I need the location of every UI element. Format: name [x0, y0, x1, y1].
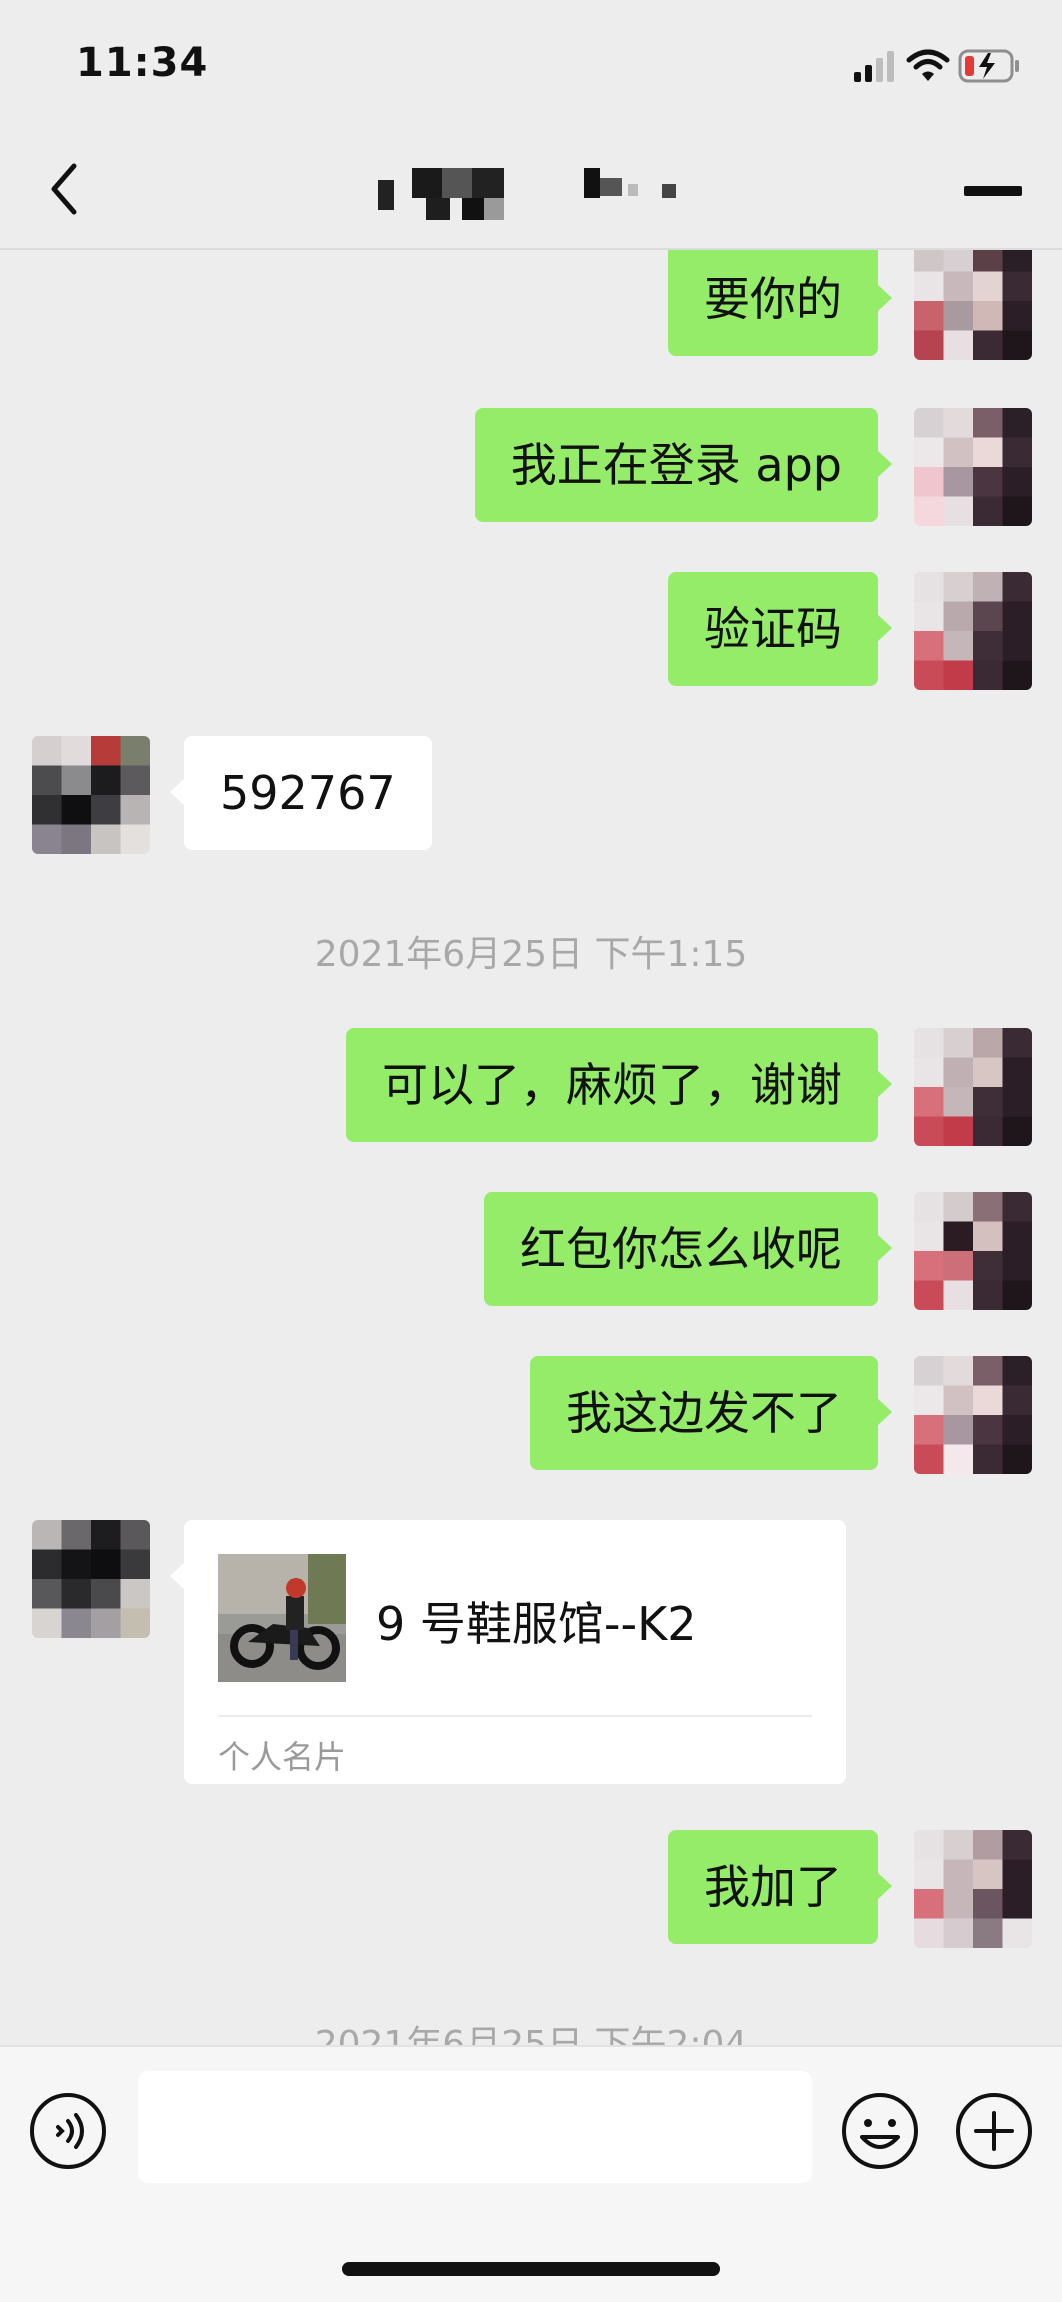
emoji-icon[interactable]: [840, 2091, 920, 2171]
avatar[interactable]: [914, 1830, 1032, 1948]
avatar[interactable]: [914, 1356, 1032, 1474]
status-time: 11:34: [76, 40, 209, 86]
avatar[interactable]: [32, 1520, 150, 1638]
message-row: 我加了: [0, 1830, 1062, 1948]
outgoing-message[interactable]: 可以了，麻烦了，谢谢: [346, 1028, 892, 1142]
wifi-icon: [906, 49, 950, 81]
contact-card-photo: [218, 1554, 346, 1682]
avatar[interactable]: [32, 736, 150, 854]
contact-card[interactable]: 9 号鞋服馆--K2 个人名片: [170, 1520, 846, 1784]
back-icon[interactable]: [40, 154, 90, 224]
avatar[interactable]: [914, 250, 1032, 360]
outgoing-message[interactable]: 我这边发不了: [530, 1356, 892, 1470]
chat-header: [0, 130, 1062, 250]
avatar[interactable]: [914, 408, 1032, 526]
message-row: 验证码: [0, 572, 1062, 690]
message-row: 9 号鞋服馆--K2 个人名片: [0, 1520, 1062, 1784]
message-timestamp: 2021年6月25日 下午1:15: [314, 934, 748, 975]
outgoing-message[interactable]: 我正在登录 app: [474, 408, 893, 522]
message-row: 592767: [0, 736, 1062, 854]
more-icon[interactable]: [964, 175, 1022, 205]
outgoing-message[interactable]: 要你的: [668, 250, 892, 356]
message-row: 要你的: [0, 250, 1062, 368]
contact-card-label: 个人名片: [218, 1738, 347, 1776]
home-indicator[interactable]: [342, 2262, 720, 2276]
message-row: 我正在登录 app: [0, 408, 1062, 526]
message-input[interactable]: [138, 2071, 812, 2183]
avatar[interactable]: [914, 1028, 1032, 1146]
avatar[interactable]: [914, 1192, 1032, 1310]
message-row: 红包你怎么收呢: [0, 1192, 1062, 1310]
avatar[interactable]: [914, 572, 1032, 690]
outgoing-message[interactable]: 我加了: [668, 1830, 892, 1944]
voice-icon[interactable]: [28, 2091, 108, 2171]
outgoing-message[interactable]: 红包你怎么收呢: [484, 1192, 892, 1306]
message-timestamp: 2021年6月25日 下午2:04: [314, 2024, 748, 2045]
contact-card-divider: [218, 1715, 812, 1717]
message-row: 我这边发不了: [0, 1356, 1062, 1474]
plus-icon[interactable]: [954, 2091, 1034, 2171]
status-icons: [822, 46, 1022, 86]
contact-card-name: 9 号鞋服馆--K2: [376, 1597, 697, 1651]
message-row: 可以了，麻烦了，谢谢: [0, 1028, 1062, 1146]
outgoing-message[interactable]: 验证码: [668, 572, 892, 686]
message-list[interactable]: 要你的 我正在登录 app 验证码 592767 2021年6月25日 下午1:…: [0, 250, 1062, 2045]
status-bar: 11:34: [0, 0, 1062, 130]
battery-icon: [958, 49, 1019, 83]
incoming-message[interactable]: 592767: [170, 736, 432, 850]
